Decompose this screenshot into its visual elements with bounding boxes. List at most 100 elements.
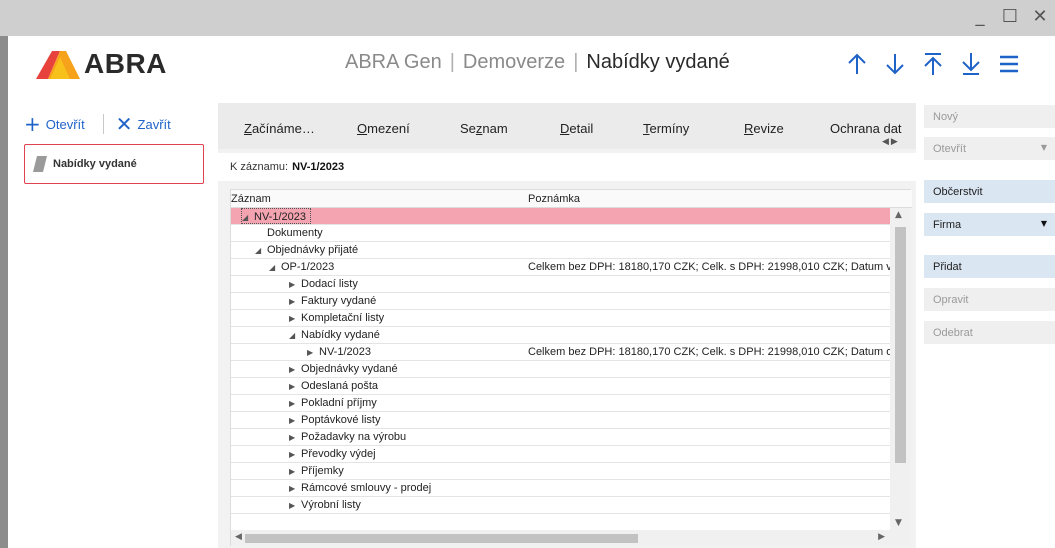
expand-icon[interactable]: ▶	[289, 277, 301, 293]
tree-row-label: Výrobní listy	[301, 499, 361, 511]
previous-record-button[interactable]	[843, 49, 871, 79]
expand-icon[interactable]: ▶	[289, 396, 301, 412]
add-button[interactable]: Přidat	[924, 255, 1055, 278]
tree-row[interactable]: ▶ Faktury vydané	[231, 293, 890, 310]
tree-row-note: Celkem bez DPH: 18180,170 CZK; Celk. s D…	[528, 346, 890, 358]
last-record-button[interactable]	[957, 49, 985, 79]
new-button[interactable]: Nový	[924, 105, 1055, 128]
tree-row-record: ▶ Faktury vydané	[289, 293, 376, 310]
minimize-icon[interactable]: _	[971, 6, 989, 27]
expand-icon[interactable]: ▶	[289, 294, 301, 310]
tab-terminy[interactable]: Termíny	[643, 121, 689, 136]
expand-icon[interactable]: ▶	[289, 481, 301, 497]
scroll-right-icon[interactable]: ▶	[878, 532, 885, 542]
tree-row-label: Požadavky na výrobu	[301, 431, 407, 443]
expand-icon[interactable]: ▶	[289, 430, 301, 446]
tree-row[interactable]: ▶ Poptávkové listy	[231, 412, 890, 429]
tree-row[interactable]: Dokumenty	[231, 225, 890, 242]
tree-row[interactable]: ▶ Odeslaná pošta	[231, 378, 890, 395]
vertical-scrollbar[interactable]: ▲ ▼	[890, 208, 911, 530]
close-label: Zavřít	[137, 116, 171, 132]
menu-button[interactable]	[995, 49, 1023, 79]
close-icon[interactable]: ✕	[1031, 6, 1049, 27]
open-label: Otevřít	[45, 116, 85, 132]
tree-row[interactable]: ▶ Objednávky vydané	[231, 361, 890, 378]
remove-button[interactable]: Odebrat	[924, 321, 1055, 344]
tree-row-label: NV-1/2023	[254, 211, 306, 223]
tree-row[interactable]: ▶ Požadavky na výrobu	[231, 429, 890, 446]
scroll-up-icon[interactable]: ▲	[895, 210, 902, 220]
tab-revize[interactable]: Revize	[744, 121, 784, 136]
close-x-icon: ✕	[115, 112, 133, 136]
tree-row[interactable]: ▶ Příjemky	[231, 463, 890, 480]
collapse-icon[interactable]: ◢	[289, 328, 301, 344]
tree-row[interactable]: ▶ Rámcové smlouvy - prodej	[231, 480, 890, 497]
record-navigation	[843, 49, 1023, 79]
tree-row-label: Poptávkové listy	[301, 414, 381, 426]
tree-row[interactable]: ▶ NV-1/2023 Celkem bez DPH: 18180,170 CZK;…	[231, 344, 890, 361]
tab-scroll-arrows[interactable]: ◀▶	[882, 137, 900, 147]
tree-row-record: ◢ OP-1/2023	[269, 259, 334, 276]
tree-row-record: ▶ Kompletační listy	[289, 310, 384, 327]
tab-seznam[interactable]: Seznam	[460, 121, 508, 136]
tree-row[interactable]: ▶ Výrobní listy	[231, 497, 890, 514]
tree-row[interactable]: ▶ Kompletační listy	[231, 310, 890, 327]
arrow-down-icon	[886, 54, 904, 75]
maximize-icon[interactable]: ☐	[1001, 6, 1019, 27]
tree-row-label: Faktury vydané	[301, 295, 377, 307]
tab-ochrana-dat[interactable]: Ochrana dat	[830, 121, 902, 136]
breadcrumb-app[interactable]: ABRA Gen	[345, 51, 442, 73]
expand-icon[interactable]: ▶	[289, 362, 301, 378]
tree-row[interactable]: ◢ NV-1/2023	[231, 208, 890, 225]
first-record-button[interactable]	[919, 49, 947, 79]
tab-detail[interactable]: Detail	[560, 121, 593, 136]
plus-icon: +	[24, 112, 41, 136]
relations-tree-grid: Záznam Poznámka ◢ NV-1/2023 Dokumenty ◢ Obje…	[230, 189, 912, 546]
tab-omezeni[interactable]: Omezení	[357, 121, 410, 136]
expand-icon[interactable]: ▶	[289, 464, 301, 480]
tree-row-record: ▶ Odeslaná pošta	[289, 378, 378, 395]
column-header-poznamka[interactable]: Poznámka	[528, 193, 580, 205]
tree-row-record: ▶ Poptávkové listy	[289, 412, 380, 429]
column-header-zaznam[interactable]: Záznam	[231, 193, 271, 205]
tab-zaciname[interactable]: Začínáme…	[244, 121, 315, 136]
expand-icon[interactable]: ▶	[289, 311, 301, 327]
vertical-scroll-thumb[interactable]	[895, 227, 906, 463]
tree-row[interactable]: ◢ Objednávky přijaté	[231, 242, 890, 259]
tree-row-label: NV-1/2023	[319, 346, 371, 358]
record-bar: K záznamu: NV-1/2023	[218, 153, 916, 181]
horizontal-scroll-thumb[interactable]	[245, 534, 638, 543]
expand-icon[interactable]: ▶	[289, 413, 301, 429]
horizontal-scrollbar[interactable]: ◀ ▶	[231, 530, 911, 546]
document-icon	[33, 156, 47, 172]
tree-row[interactable]: ◢ OP-1/2023 Celkem bez DPH: 18180,170 CZK;…	[231, 259, 890, 276]
tab-bar: Začínáme… Omezení Seznam Detail Termíny …	[218, 103, 916, 149]
scroll-left-icon[interactable]: ◀	[235, 532, 242, 542]
open-button[interactable]: + Otevřít	[24, 114, 85, 134]
expand-icon[interactable]: ▶	[289, 379, 301, 395]
expand-icon[interactable]: ▶	[307, 345, 319, 361]
expand-icon[interactable]: ▶	[289, 447, 301, 463]
open-document-tab[interactable]: Nabídky vydané	[24, 144, 204, 184]
collapse-icon[interactable]: ◢	[269, 260, 281, 276]
edit-button[interactable]: Opravit	[924, 288, 1055, 311]
next-record-button[interactable]	[881, 49, 909, 79]
open-dropdown-button[interactable]: Otevřít ▼	[924, 137, 1055, 160]
window-controls: _ ☐ ✕	[971, 6, 1049, 27]
scroll-down-icon[interactable]: ▼	[895, 518, 902, 528]
close-button[interactable]: ✕ Zavřít	[116, 114, 171, 134]
refresh-button[interactable]: Občerstvit	[924, 180, 1055, 203]
tree-row-label: Příjemky	[301, 465, 344, 477]
breadcrumb-company[interactable]: Demoverze	[463, 51, 565, 73]
firm-dropdown-button[interactable]: Firma ▼	[924, 213, 1055, 236]
tree-row-label: Objednávky přijaté	[267, 244, 359, 256]
tree-row[interactable]: ▶ Pokladní příjmy	[231, 395, 890, 412]
tree-row[interactable]: ▶ Dodací listy	[231, 276, 890, 293]
tree-row[interactable]: ◢ Nabídky vydané	[231, 327, 890, 344]
collapse-icon[interactable]: ◢	[242, 210, 254, 226]
tree-row-record: ◢ Nabídky vydané	[289, 327, 380, 344]
breadcrumb: ABRA Gen | Demoverze | Nabídky vydané	[345, 51, 730, 73]
collapse-icon[interactable]: ◢	[255, 243, 267, 259]
tree-row[interactable]: ▶ Převodky výdej	[231, 446, 890, 463]
expand-icon[interactable]: ▶	[289, 498, 301, 514]
